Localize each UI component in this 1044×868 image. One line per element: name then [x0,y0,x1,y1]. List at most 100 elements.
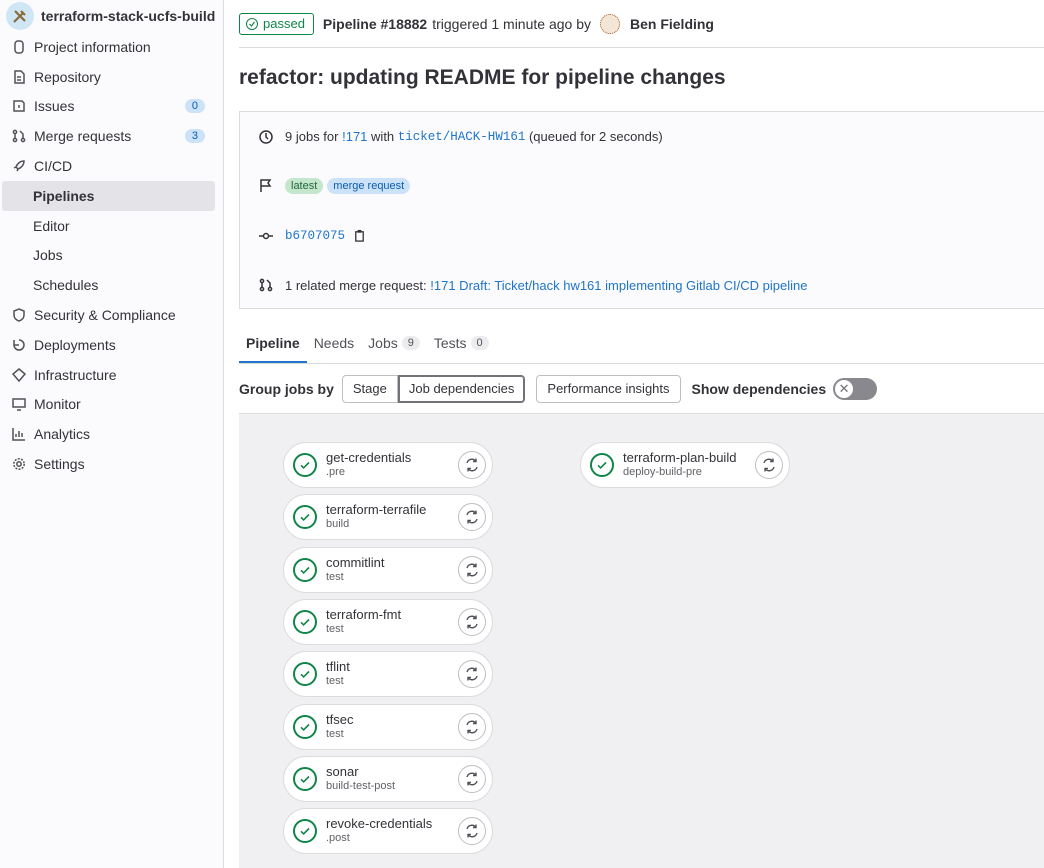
status-badge[interactable]: passed [239,12,314,35]
retry-icon [466,667,478,681]
success-status-icon [293,766,317,791]
job-name: terraform-fmt [326,606,402,622]
main-content: passed Pipeline #18882 triggered 1 minut… [239,0,1044,868]
job-name: terraform-plan-build [623,450,737,465]
merge-requests-count-badge: 3 [184,129,205,144]
retry-button[interactable] [755,451,783,479]
related-mr-text: 1 related merge request: [285,277,427,293]
retry-button[interactable] [458,660,486,689]
sidebar-item-monitor[interactable]: Monitor [0,390,223,420]
issues-count-badge: 0 [184,99,205,114]
user-name[interactable]: Ben Fielding [630,16,714,32]
job-card[interactable]: terraform-terrafile build [283,494,493,541]
tab-count-badge: 0 [470,336,489,350]
tab-needs[interactable]: Needs [307,335,361,363]
gear-icon [11,456,27,472]
success-status-icon [293,609,317,634]
jobs-info-row: 9 jobs for !171 with ticket/HACK-HW161 (… [240,112,1044,162]
sidebar-item-merge-requests[interactable]: Merge requests 3 [0,121,223,151]
sidebar-item-label: Issues [34,98,75,115]
tab-tests[interactable]: Tests 0 [427,335,496,363]
retry-button[interactable] [458,764,486,793]
retry-button[interactable] [458,555,486,584]
sidebar-item-label: Infrastructure [34,366,117,383]
mr-ref-link[interactable]: !171 [342,129,367,144]
sidebar-item-infrastructure[interactable]: Infrastructure [0,360,223,390]
branch-link[interactable]: ticket/HACK-HW161 [398,130,526,144]
copy-icon[interactable] [353,229,366,242]
sidebar-item-cicd[interactable]: CI/CD [0,151,223,181]
job-name: commitlint [326,554,385,570]
stage-button[interactable]: Stage [341,374,398,403]
sidebar-nav: Project information Repository Issues 0 … [0,32,223,479]
sidebar-sub-pipelines[interactable]: Pipelines [2,180,215,211]
with-text: with [371,129,395,145]
job-dependencies-button[interactable]: Job dependencies [397,374,526,403]
sidebar-sub-schedules[interactable]: Schedules [0,270,223,300]
related-mr-link[interactable]: !171 Draft: Ticket/hack hw161 implementi… [430,278,807,293]
tab-label: Needs [313,335,355,351]
tab-pipeline[interactable]: Pipeline [239,335,307,363]
show-dependencies-toggle[interactable]: ✕ [833,377,878,400]
sidebar-sub-label: Pipelines [33,187,95,204]
tags-row: latest merge request [240,162,1044,212]
job-card[interactable]: sonar build-test-post [283,755,493,802]
status-label: passed [263,16,305,31]
jobs-count-text: 9 jobs for [285,129,339,145]
pipeline-tabs: Pipeline Needs Jobs 9 Tests 0 [239,310,1044,364]
commit-sha-link[interactable]: b6707075 [285,229,345,243]
success-status-icon [293,714,317,739]
job-card[interactable]: tflint test [283,651,493,698]
job-stage: test [326,727,344,740]
sidebar-sub-jobs[interactable]: Jobs [0,241,223,271]
cloud-icon [11,367,27,383]
deployments-icon [11,337,27,353]
monitor-icon [11,396,27,412]
retry-button[interactable] [458,712,486,741]
pipeline-header: passed Pipeline #18882 triggered 1 minut… [239,0,1044,48]
job-stage: build-test-post [326,779,396,792]
tab-jobs[interactable]: Jobs 9 [361,335,427,363]
retry-button[interactable] [458,817,486,846]
tab-label: Jobs [368,335,398,351]
success-status-icon [293,662,317,687]
job-card[interactable]: tfsec test [283,703,493,750]
retry-button[interactable] [458,503,486,532]
pipeline-id: Pipeline #18882 [322,15,428,32]
chart-icon [11,426,27,442]
triggered-text: triggered 1 minute ago by [432,15,591,32]
sidebar-item-analytics[interactable]: Analytics [0,419,223,449]
tag-merge-request: merge request [327,178,411,195]
success-status-icon [293,819,317,844]
sidebar-item-security[interactable]: Security & Compliance [0,300,223,330]
retry-icon [466,510,478,524]
sidebar-item-project-information[interactable]: Project information [0,32,223,62]
job-card[interactable]: terraform-plan-build deploy-build-pre [580,442,790,488]
sidebar-item-issues[interactable]: Issues 0 [0,92,223,122]
job-card[interactable]: revoke-credentials .post [283,808,493,855]
sidebar: terraform-stack-ucfs-build Project infor… [0,0,224,868]
job-text: tfsec test [326,712,353,742]
sidebar-sub-editor[interactable]: Editor [0,211,223,241]
retry-icon [466,720,478,733]
job-text: revoke-credentials .post [326,816,432,846]
job-card[interactable]: get-credentials .pre [283,442,493,488]
retry-button[interactable] [458,607,486,636]
sidebar-item-repository[interactable]: Repository [0,62,223,92]
job-card[interactable]: terraform-fmt test [283,598,493,645]
job-name: revoke-credentials [326,816,433,832]
project-avatar [6,2,34,30]
sidebar-item-settings[interactable]: Settings [0,449,223,479]
job-stage: test [326,675,344,688]
commit-row: b6707075 [240,211,1044,261]
merge-request-icon [11,128,27,144]
sidebar-item-deployments[interactable]: Deployments [0,330,223,360]
project-header[interactable]: terraform-stack-ucfs-build [0,0,223,32]
performance-insights-button[interactable]: Performance insights [536,374,681,403]
project-icon [11,39,27,55]
job-card[interactable]: commitlint test [283,546,493,593]
issues-icon [11,98,27,114]
sidebar-sub-label: Jobs [33,247,63,264]
retry-button[interactable] [458,451,486,479]
avatar[interactable] [599,13,620,34]
